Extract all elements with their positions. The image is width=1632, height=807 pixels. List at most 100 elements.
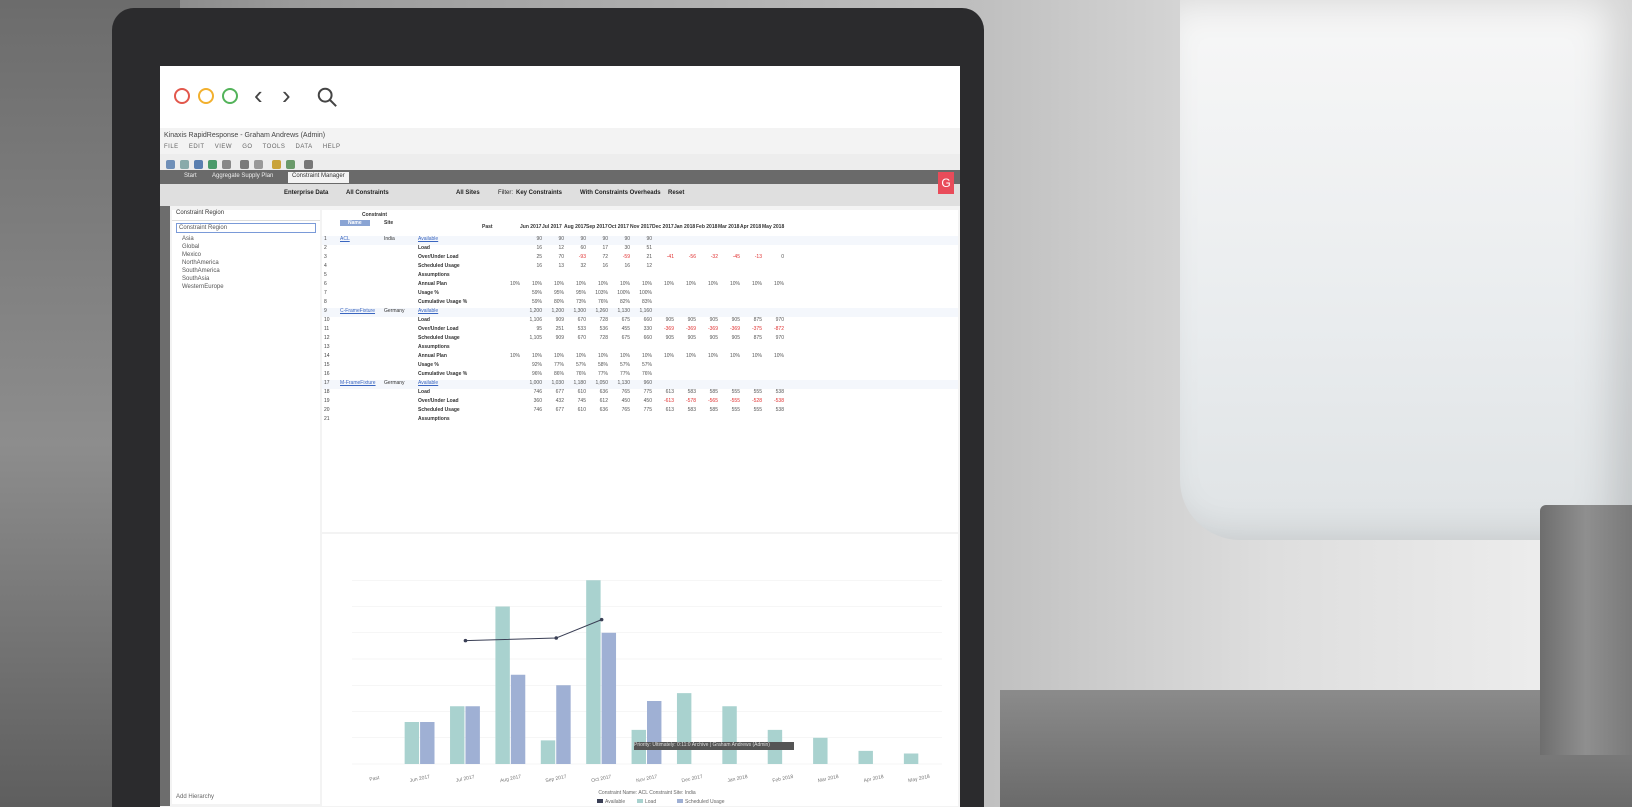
grid-cell[interactable]: 16 [522,245,542,251]
menu-go[interactable]: GO [242,144,252,150]
grid-cell[interactable]: 58% [588,362,608,368]
grid-cell[interactable]: 32 [566,263,586,269]
grid-cell[interactable]: 83% [632,299,652,305]
tree-item[interactable]: Asia [172,235,320,243]
grid-cell[interactable]: 905 [698,317,718,323]
grid-cell[interactable]: 675 [610,317,630,323]
grid-cell[interactable]: 10% [676,281,696,287]
grid-cell[interactable]: 10% [610,281,630,287]
grid-cell[interactable]: 25 [522,254,542,260]
grid-cell[interactable]: 585 [698,407,718,413]
grid-cell[interactable]: 80% [544,299,564,305]
filter-icon[interactable] [240,160,249,169]
grid-cell[interactable]: 92% [522,362,542,368]
constraint-name-link[interactable]: M-FrameFixture [340,380,376,386]
grid-cell[interactable]: -369 [698,326,718,332]
grid-cell[interactable]: 10% [764,281,784,287]
minimize-window-icon[interactable] [198,88,214,104]
grid-cell[interactable]: 360 [522,398,542,404]
grid-cell[interactable]: 30 [610,245,630,251]
grid-cell[interactable]: 10% [566,353,586,359]
grid-cell[interactable]: 10% [720,353,740,359]
tree-item[interactable]: WesternEurope [172,283,320,291]
grid-cell[interactable]: 612 [588,398,608,404]
grid-cell[interactable]: 585 [698,389,718,395]
grid-cell[interactable]: 13 [544,263,564,269]
grid-cell[interactable]: 670 [566,317,586,323]
grid-cell[interactable]: 95 [522,326,542,332]
print-icon[interactable] [222,160,231,169]
grid-cell[interactable]: 57% [632,362,652,368]
grid-cell[interactable]: 16 [522,263,542,269]
grid-cell[interactable]: 10% [764,353,784,359]
grid-cell[interactable]: 660 [632,317,652,323]
grid-cell[interactable]: 1,300 [566,308,586,314]
grid-cell[interactable]: 538 [764,407,784,413]
grid-cell[interactable]: -375 [742,326,762,332]
grid-cell[interactable]: -528 [742,398,762,404]
grid-cell[interactable]: 970 [764,335,784,341]
grid-cell[interactable]: 21 [632,254,652,260]
grid-cell[interactable]: 728 [588,335,608,341]
grid-cell[interactable]: 875 [742,317,762,323]
grid-cell[interactable]: 675 [610,335,630,341]
grid-cell[interactable]: 10% [522,353,542,359]
grid-cell[interactable]: 10% [500,353,520,359]
grid-cell[interactable]: 90 [566,236,586,242]
grid-col-month[interactable]: Jul 2017 [542,224,562,230]
grid-cell[interactable]: 610 [566,407,586,413]
grid-cell[interactable]: -32 [698,254,718,260]
grid-cell[interactable]: -538 [764,398,784,404]
grid-cell[interactable]: -578 [676,398,696,404]
grid-cell[interactable]: 59% [522,299,542,305]
grid-cell[interactable]: 636 [588,407,608,413]
grid-cell[interactable]: -41 [654,254,674,260]
grid-cell[interactable]: 57% [566,362,586,368]
grid-cell[interactable]: 10% [698,281,718,287]
grid-cell[interactable]: 90 [544,236,564,242]
tree-item[interactable]: NorthAmerica [172,259,320,267]
grid-cell[interactable]: 1,000 [522,380,542,386]
grid-cell[interactable]: 613 [654,407,674,413]
grid-cell[interactable]: 10% [588,353,608,359]
grid-cell[interactable]: -369 [676,326,696,332]
grid-cell[interactable]: 1,130 [610,380,630,386]
row-label[interactable]: Available [418,380,438,386]
grid-cell[interactable]: 95% [566,290,586,296]
grid-cell[interactable]: 745 [566,398,586,404]
tree-root[interactable]: Constraint Region [172,210,320,221]
grid-cell[interactable]: 330 [632,326,652,332]
filter-selector[interactable]: Key Constraints [516,190,562,196]
grid-cell[interactable]: 905 [654,317,674,323]
grid-cell[interactable]: 10% [632,353,652,359]
hierarchy-selector[interactable]: Enterprise Data [284,190,328,196]
grid-cell[interactable]: -369 [654,326,674,332]
menu-help[interactable]: HELP [323,144,341,150]
grid-cell[interactable]: 86% [544,371,564,377]
grid-cell[interactable]: 905 [720,317,740,323]
grid-cell[interactable]: -45 [720,254,740,260]
menu-tools[interactable]: TOOLS [263,144,286,150]
grid-cell[interactable]: 905 [676,335,696,341]
save-icon[interactable] [194,160,203,169]
grid-col-month[interactable]: Feb 2018 [696,224,717,230]
grid-cell[interactable]: 1,200 [522,308,542,314]
grid-cell[interactable]: 970 [764,317,784,323]
grid-cell[interactable]: -872 [764,326,784,332]
grid-cell[interactable]: 90 [632,236,652,242]
grid-cell[interactable]: 746 [522,389,542,395]
overheads-selector[interactable]: With Constraints Overheads [580,190,661,196]
grid-cell[interactable]: -555 [720,398,740,404]
grid-cell[interactable]: 100% [610,290,630,296]
tab-start[interactable]: Start [180,172,201,183]
grid-col-month[interactable]: Jan 2018 [674,224,695,230]
grid-col-month[interactable]: Mar 2018 [718,224,739,230]
reset-button[interactable]: Reset [668,190,684,196]
grid-cell[interactable]: 1,050 [588,380,608,386]
grid-cell[interactable]: 1,180 [566,380,586,386]
tab-aggregate-supply-plan[interactable]: Aggregate Supply Plan [208,172,277,183]
grid-cell[interactable]: 10% [676,353,696,359]
grid-cell[interactable]: -565 [698,398,718,404]
grid-col-month[interactable]: Sep 2017 [586,224,608,230]
menu-edit[interactable]: EDIT [189,144,205,150]
